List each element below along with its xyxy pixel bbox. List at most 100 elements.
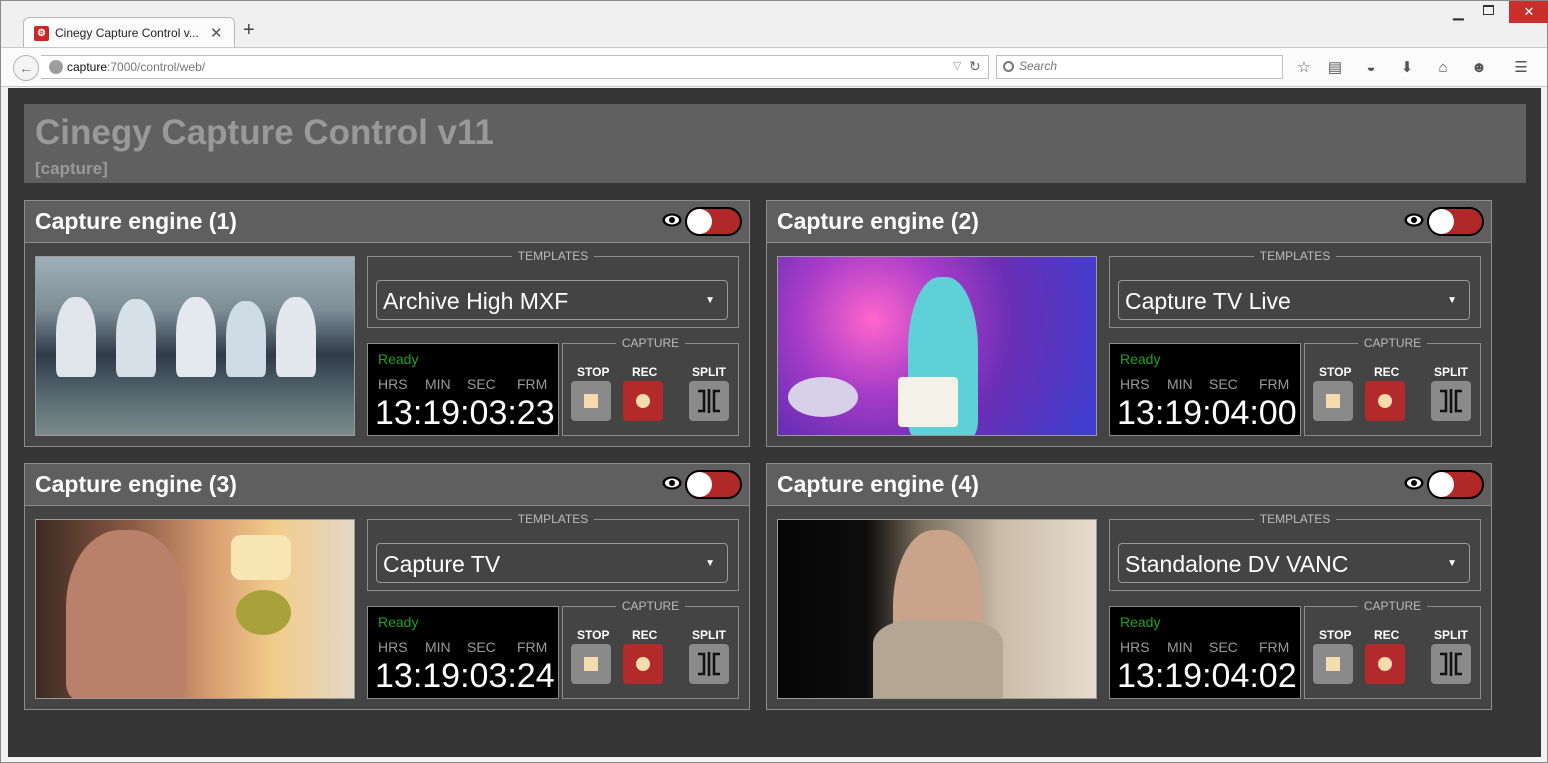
back-arrow-icon[interactable]: ←: [13, 55, 39, 81]
stop-button[interactable]: [1313, 644, 1353, 684]
bookmark-star-icon[interactable]: ☆: [1294, 58, 1314, 78]
templates-box: TEMPLATES Capture TV Live ▼: [1109, 249, 1481, 328]
engine-toggle[interactable]: [1427, 470, 1484, 499]
engine-toggle[interactable]: [1427, 207, 1484, 236]
video-preview: [35, 256, 355, 436]
sec-label: SEC: [467, 376, 496, 392]
stop-button[interactable]: [1313, 381, 1353, 421]
capture-legend: CAPTURE: [615, 599, 686, 613]
chevron-down-icon: ▼: [1447, 295, 1457, 306]
split-button[interactable]: [689, 644, 729, 684]
home-icon[interactable]: ⌂: [1433, 58, 1453, 78]
split-label: SPLIT: [1434, 628, 1469, 642]
timecode-value: 13:19:04:00: [1117, 394, 1297, 432]
template-select[interactable]: Capture TV Live ▼: [1118, 280, 1470, 320]
record-icon: [636, 657, 650, 671]
search-bar[interactable]: [996, 55, 1283, 79]
url-path: :7000/control/web/: [107, 60, 206, 74]
capture-legend: CAPTURE: [615, 336, 686, 350]
eye-icon[interactable]: [1404, 213, 1424, 227]
rec-label: REC: [1374, 628, 1400, 642]
rec-label: REC: [1374, 365, 1400, 379]
split-label: SPLIT: [692, 628, 727, 642]
stop-icon: [584, 657, 598, 671]
reading-list-icon[interactable]: ▤: [1325, 58, 1345, 78]
split-button[interactable]: [1431, 644, 1471, 684]
split-icon: [1440, 652, 1462, 676]
stop-icon: [1326, 657, 1340, 671]
frm-label: FRM: [517, 639, 548, 655]
eye-icon[interactable]: [662, 476, 682, 490]
split-button[interactable]: [689, 381, 729, 421]
eye-icon[interactable]: [1404, 476, 1424, 490]
tab-title: Cinegy Capture Control v...: [55, 26, 199, 40]
frm-label: FRM: [517, 376, 548, 392]
template-select[interactable]: Archive High MXF ▼: [376, 280, 728, 320]
split-button[interactable]: [1431, 381, 1471, 421]
status-text: Ready: [1120, 614, 1161, 630]
hello-icon[interactable]: ☻: [1469, 58, 1489, 78]
engine-header: Capture engine (4): [767, 464, 1491, 506]
engine-toggle[interactable]: [685, 207, 742, 236]
engine-header: Capture engine (2): [767, 201, 1491, 243]
record-button[interactable]: [623, 381, 663, 421]
template-value: Archive High MXF: [383, 288, 569, 314]
split-icon: [698, 389, 720, 413]
toggle-knob: [1429, 209, 1454, 234]
record-button[interactable]: [1365, 381, 1405, 421]
record-icon: [636, 394, 650, 408]
browser-tab[interactable]: ⚙ Cinegy Capture Control v... ✕: [23, 17, 235, 48]
templates-legend: TEMPLATES: [511, 249, 595, 263]
min-label: MIN: [1167, 376, 1193, 392]
capture-controls: CAPTURE STOP REC SPLIT: [562, 336, 739, 436]
pocket-icon[interactable]: ◒: [1361, 58, 1381, 78]
template-select[interactable]: Capture TV ▼: [376, 543, 728, 583]
new-tab-icon[interactable]: +: [243, 20, 255, 40]
frm-label: FRM: [1259, 639, 1290, 655]
capture-engine-panel: Capture engine (1) TEMPLATES Archive Hig…: [24, 200, 750, 447]
record-button[interactable]: [1365, 644, 1405, 684]
engine-header: Capture engine (3): [25, 464, 749, 506]
stop-label: STOP: [1319, 365, 1352, 379]
capture-engine-panel: Capture engine (4) TEMPLATES Standalone …: [766, 463, 1492, 710]
minimize-icon[interactable]: ▁: [1453, 4, 1464, 21]
stop-button[interactable]: [571, 381, 611, 421]
timecode-display: Ready HRS MIN SEC FRM 13:19:04:02: [1109, 606, 1301, 699]
url-host: capture: [67, 60, 108, 74]
engine-title: Capture engine (4): [777, 471, 979, 497]
split-label: SPLIT: [692, 365, 727, 379]
split-icon: [698, 652, 720, 676]
stop-button[interactable]: [571, 644, 611, 684]
stop-label: STOP: [577, 365, 610, 379]
url-dropdown-icon[interactable]: ▽: [953, 59, 961, 72]
engine-toggle[interactable]: [685, 470, 742, 499]
template-value: Capture TV Live: [1125, 288, 1291, 314]
maximize-icon[interactable]: [1483, 5, 1494, 15]
download-icon[interactable]: ⬇: [1397, 58, 1417, 78]
min-label: MIN: [425, 639, 451, 655]
window-close-icon[interactable]: ✕: [1509, 1, 1548, 23]
search-input[interactable]: [1019, 59, 1269, 73]
template-value: Capture TV: [383, 551, 501, 577]
split-label: SPLIT: [1434, 365, 1469, 379]
reload-icon[interactable]: ↻: [969, 58, 981, 75]
templates-legend: TEMPLATES: [1253, 512, 1337, 526]
status-text: Ready: [378, 614, 419, 630]
browser-titlebar: ⚙ Cinegy Capture Control v... ✕ + ▁ ✕: [1, 1, 1548, 48]
template-select[interactable]: Standalone DV VANC ▼: [1118, 543, 1470, 583]
eye-icon[interactable]: [662, 213, 682, 227]
menu-icon[interactable]: ☰: [1511, 58, 1531, 78]
min-label: MIN: [425, 376, 451, 392]
stop-label: STOP: [577, 628, 610, 642]
toggle-knob: [687, 472, 712, 497]
url-bar[interactable]: capture:7000/control/web/ ▽ ↻: [41, 55, 989, 79]
sec-label: SEC: [467, 639, 496, 655]
hrs-label: HRS: [378, 639, 408, 655]
capture-controls: CAPTURE STOP REC SPLIT: [1304, 336, 1481, 436]
record-button[interactable]: [623, 644, 663, 684]
tab-close-icon[interactable]: ✕: [210, 24, 223, 42]
chevron-down-icon: ▼: [705, 295, 715, 306]
app-header: Cinegy Capture Control v11 [capture]: [24, 104, 1526, 183]
video-preview: [35, 519, 355, 699]
timecode-value: 13:19:04:02: [1117, 657, 1297, 695]
